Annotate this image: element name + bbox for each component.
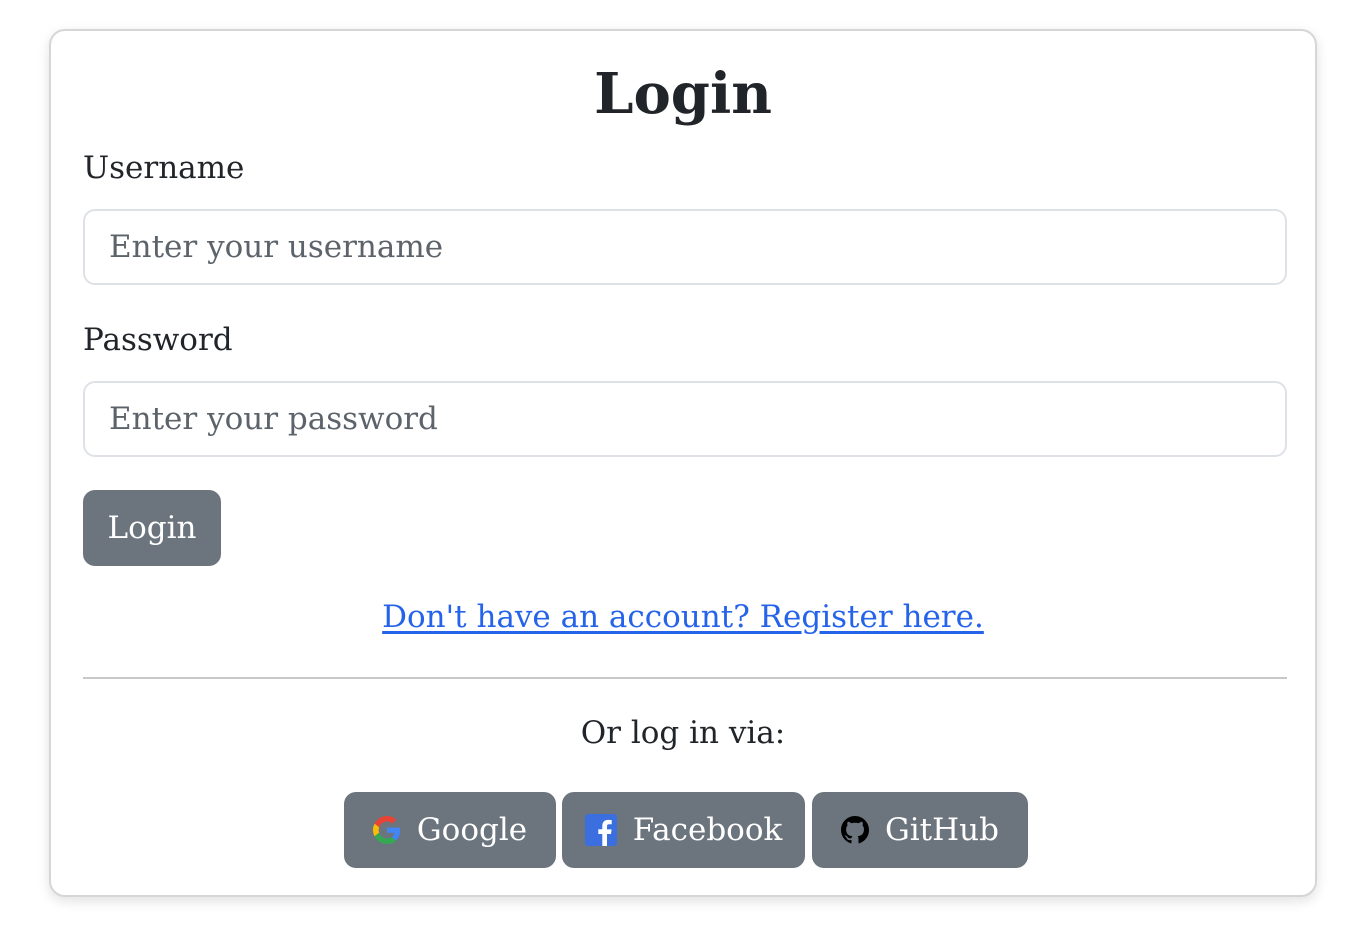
github-label: GitHub [885, 812, 999, 848]
login-button[interactable]: Login [83, 490, 221, 566]
github-icon [841, 816, 869, 844]
google-login-button[interactable]: Google [344, 792, 556, 868]
google-label: Google [416, 812, 528, 848]
login-card: Login Username Password Login Don't have… [49, 29, 1317, 897]
register-link[interactable]: Don't have an account? Register here. [382, 599, 984, 635]
google-icon [372, 816, 401, 844]
username-input[interactable] [83, 209, 1287, 285]
password-label: Password [83, 322, 233, 358]
facebook-icon [584, 814, 617, 846]
github-login-button[interactable]: GitHub [812, 792, 1028, 868]
password-input[interactable] [83, 381, 1287, 457]
facebook-login-button[interactable]: Facebook [562, 792, 805, 868]
facebook-label: Facebook [632, 812, 783, 848]
username-label: Username [83, 150, 245, 186]
register-prompt: Don't have an account? Register here. [51, 597, 1315, 637]
divider [83, 677, 1287, 679]
social-login-prompt: Or log in via: [580, 715, 786, 751]
page-title: Login [594, 61, 772, 127]
